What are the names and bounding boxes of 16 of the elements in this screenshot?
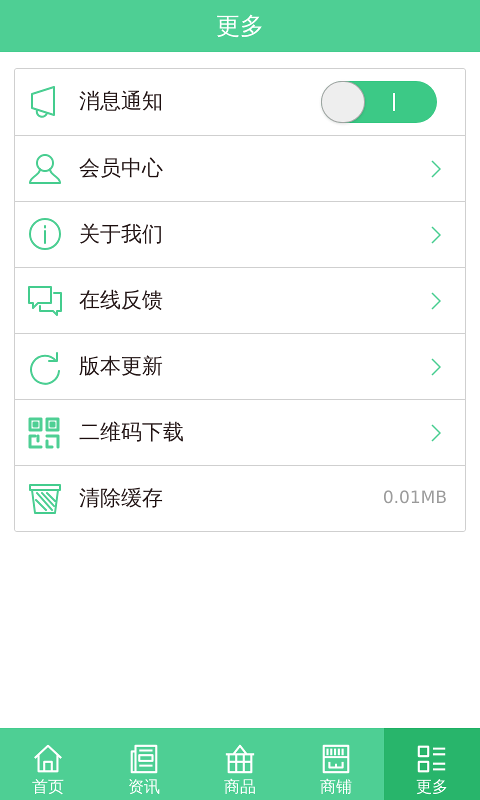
notification-toggle[interactable] bbox=[321, 81, 437, 123]
chevron-right-icon bbox=[431, 226, 441, 244]
setting-label[interactable]: 会员中心 bbox=[79, 152, 417, 184]
chevron-right-icon bbox=[431, 292, 441, 310]
chevron-right-icon bbox=[431, 160, 441, 178]
setting-label[interactable]: 消息通知 bbox=[79, 86, 307, 118]
setting-label[interactable]: 二维码下载 bbox=[79, 416, 417, 448]
chevron-right-icon bbox=[431, 358, 441, 376]
setting-label[interactable]: 在线反馈 bbox=[79, 284, 417, 316]
page-title: 更多 bbox=[216, 11, 264, 42]
setting-label[interactable]: 关于我们 bbox=[79, 218, 417, 250]
chevron-right-icon bbox=[431, 424, 441, 442]
basket-icon bbox=[223, 742, 257, 776]
setting-label[interactable]: 版本更新 bbox=[79, 350, 417, 382]
cache-size: 0.01MB bbox=[382, 486, 447, 510]
setting-label[interactable]: 清除缓存 bbox=[79, 482, 369, 514]
